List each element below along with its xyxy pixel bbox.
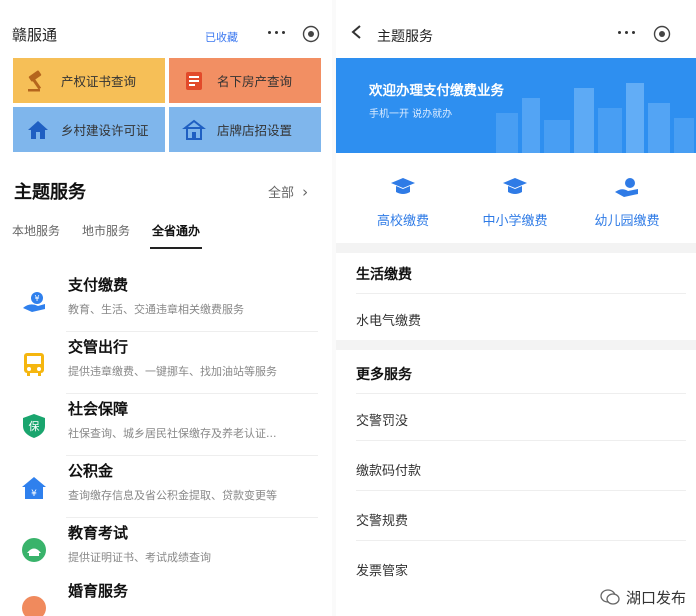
right-top-bar: 主题服务 [336, 0, 696, 58]
tab-province[interactable]: 全省通办 [152, 222, 200, 239]
tile-property-certificate[interactable]: 产权证书查询 [13, 58, 165, 103]
section-title: 主题服务 [14, 182, 86, 203]
divider [356, 540, 686, 541]
more-item-payment-code[interactable]: 缴款码付款 [356, 460, 676, 479]
tile-label: 产权证书查询 [61, 74, 137, 89]
tile-shop-sign[interactable]: 店牌店招设置 [169, 107, 321, 152]
tile-label: 店牌店招设置 [217, 123, 293, 138]
section-separator [336, 340, 696, 350]
life-item-utilities[interactable]: 水电气缴费 [356, 310, 676, 329]
wechat-icon [600, 589, 620, 605]
chevron-right-icon: › [302, 183, 309, 201]
service-name: 教育考试 [68, 524, 129, 542]
more-item-traffic-fine[interactable]: 交警罚没 [356, 410, 676, 429]
section-separator [336, 243, 696, 253]
close-icon[interactable] [653, 25, 671, 43]
shop-icon [181, 117, 207, 143]
tab-local[interactable]: 本地服务 [12, 222, 60, 239]
view-all-label: 全部 [268, 186, 295, 201]
fee-university[interactable]: 高校缴费 [348, 170, 458, 230]
service-item-traffic[interactable]: 交管出行 提供违章缴费、一键挪车、找加油站等服务 [0, 332, 332, 394]
education-icon [22, 538, 46, 562]
svg-text:¥: ¥ [34, 294, 39, 303]
tile-rural-permit[interactable]: 乡村建设许可证 [13, 107, 165, 152]
banner-subtitle: 手机一开 说办就办 [369, 109, 453, 120]
service-item-housing-fund[interactable]: ¥ 公积金 查询缴存信息及省公积金提取、贷款变更等 [0, 456, 332, 518]
service-desc: 社保查询、城乡居民社保缴存及养老认证... [68, 427, 277, 440]
shield-icon: 保 [23, 414, 45, 438]
watermark-label: 湖口发布 [625, 588, 686, 607]
service-item-family[interactable]: 婚育服务 [0, 576, 332, 616]
service-item-payment[interactable]: ¥ 支付缴费 教育、生活、交通违章相关缴费服务 [0, 270, 332, 332]
graduation-cap-icon [503, 178, 527, 194]
page-title: 主题服务 [377, 29, 433, 45]
view-all-link[interactable]: 全部 › [268, 182, 308, 201]
life-payment-heading: 生活缴费 [356, 267, 412, 283]
divider [356, 293, 686, 294]
service-name: 婚育服务 [68, 582, 129, 600]
divider [356, 490, 686, 491]
tile-label: 名下房产查询 [217, 74, 293, 89]
divider [356, 393, 686, 394]
gavel-icon [25, 68, 51, 94]
tab-city[interactable]: 地市服务 [82, 222, 130, 239]
left-screen: 赣服通 已收藏 产权证书查询 名下房产查询 乡村建设许可证 店牌店招设置 主题服… [0, 0, 332, 616]
divider [356, 440, 686, 441]
service-item-education[interactable]: 教育考试 提供证明证书、考试成绩查询 [0, 518, 332, 580]
app-title: 赣服通 [12, 26, 58, 44]
more-icon[interactable] [616, 25, 638, 37]
service-name: 支付缴费 [68, 276, 129, 294]
more-services-heading: 更多服务 [356, 367, 412, 383]
service-desc: 教育、生活、交通违章相关缴费服务 [68, 303, 244, 316]
family-icon [22, 596, 46, 616]
bus-icon [24, 353, 44, 376]
more-item-traffic-fee[interactable]: 交警规费 [356, 510, 676, 529]
service-name: 社会保障 [68, 400, 129, 418]
service-desc: 提供证明证书、考试成绩查询 [68, 551, 211, 564]
active-tab-underline [150, 247, 202, 249]
svg-text:¥: ¥ [31, 489, 37, 499]
watermark: 湖口发布 [595, 584, 690, 610]
service-name: 公积金 [68, 462, 114, 480]
tile-property-query[interactable]: 名下房产查询 [169, 58, 321, 103]
more-icon[interactable] [266, 25, 288, 37]
fee-label: 高校缴费 [376, 214, 429, 229]
back-arrow-icon[interactable] [350, 24, 364, 40]
fee-label: 中小学缴费 [482, 214, 548, 229]
service-item-social-security[interactable]: 保 社会保障 社保查询、城乡居民社保缴存及养老认证... [0, 394, 332, 456]
fee-school[interactable]: 中小学缴费 [460, 170, 570, 230]
banner-title: 欢迎办理支付缴费业务 [369, 83, 504, 99]
svg-text:保: 保 [29, 419, 40, 433]
tile-label: 乡村建设许可证 [61, 123, 149, 138]
service-name: 交管出行 [68, 338, 129, 356]
graduation-cap-icon [391, 178, 415, 194]
payment-banner: 欢迎办理支付缴费业务 手机一开 说办就办 [336, 58, 696, 153]
property-icon [181, 68, 207, 94]
payment-icon: ¥ [23, 292, 45, 312]
quick-tiles: 产权证书查询 名下房产查询 乡村建设许可证 店牌店招设置 [13, 58, 321, 152]
service-tabs: 本地服务 地市服务 全省通办 [12, 220, 312, 250]
close-icon[interactable] [302, 25, 320, 43]
city-skyline-illustration [496, 83, 694, 153]
more-item-invoice[interactable]: 发票管家 [356, 560, 676, 579]
service-desc: 提供违章缴费、一键挪车、找加油站等服务 [68, 365, 277, 378]
hand-coin-icon [615, 178, 638, 197]
service-desc: 查询缴存信息及省公积金提取、贷款变更等 [68, 489, 277, 502]
house-icon [25, 117, 51, 143]
favorited-button[interactable]: 已收藏 [205, 29, 238, 45]
fee-label: 幼儿园缴费 [594, 214, 660, 229]
right-screen: 主题服务 欢迎办理支付缴费业务 手机一开 说办就办 高校缴费 中小学缴费 幼儿园… [336, 0, 696, 616]
house-fund-icon: ¥ [22, 477, 46, 499]
left-top-bar: 赣服通 已收藏 [0, 0, 332, 58]
fee-kindergarten[interactable]: 幼儿园缴费 [572, 170, 682, 230]
